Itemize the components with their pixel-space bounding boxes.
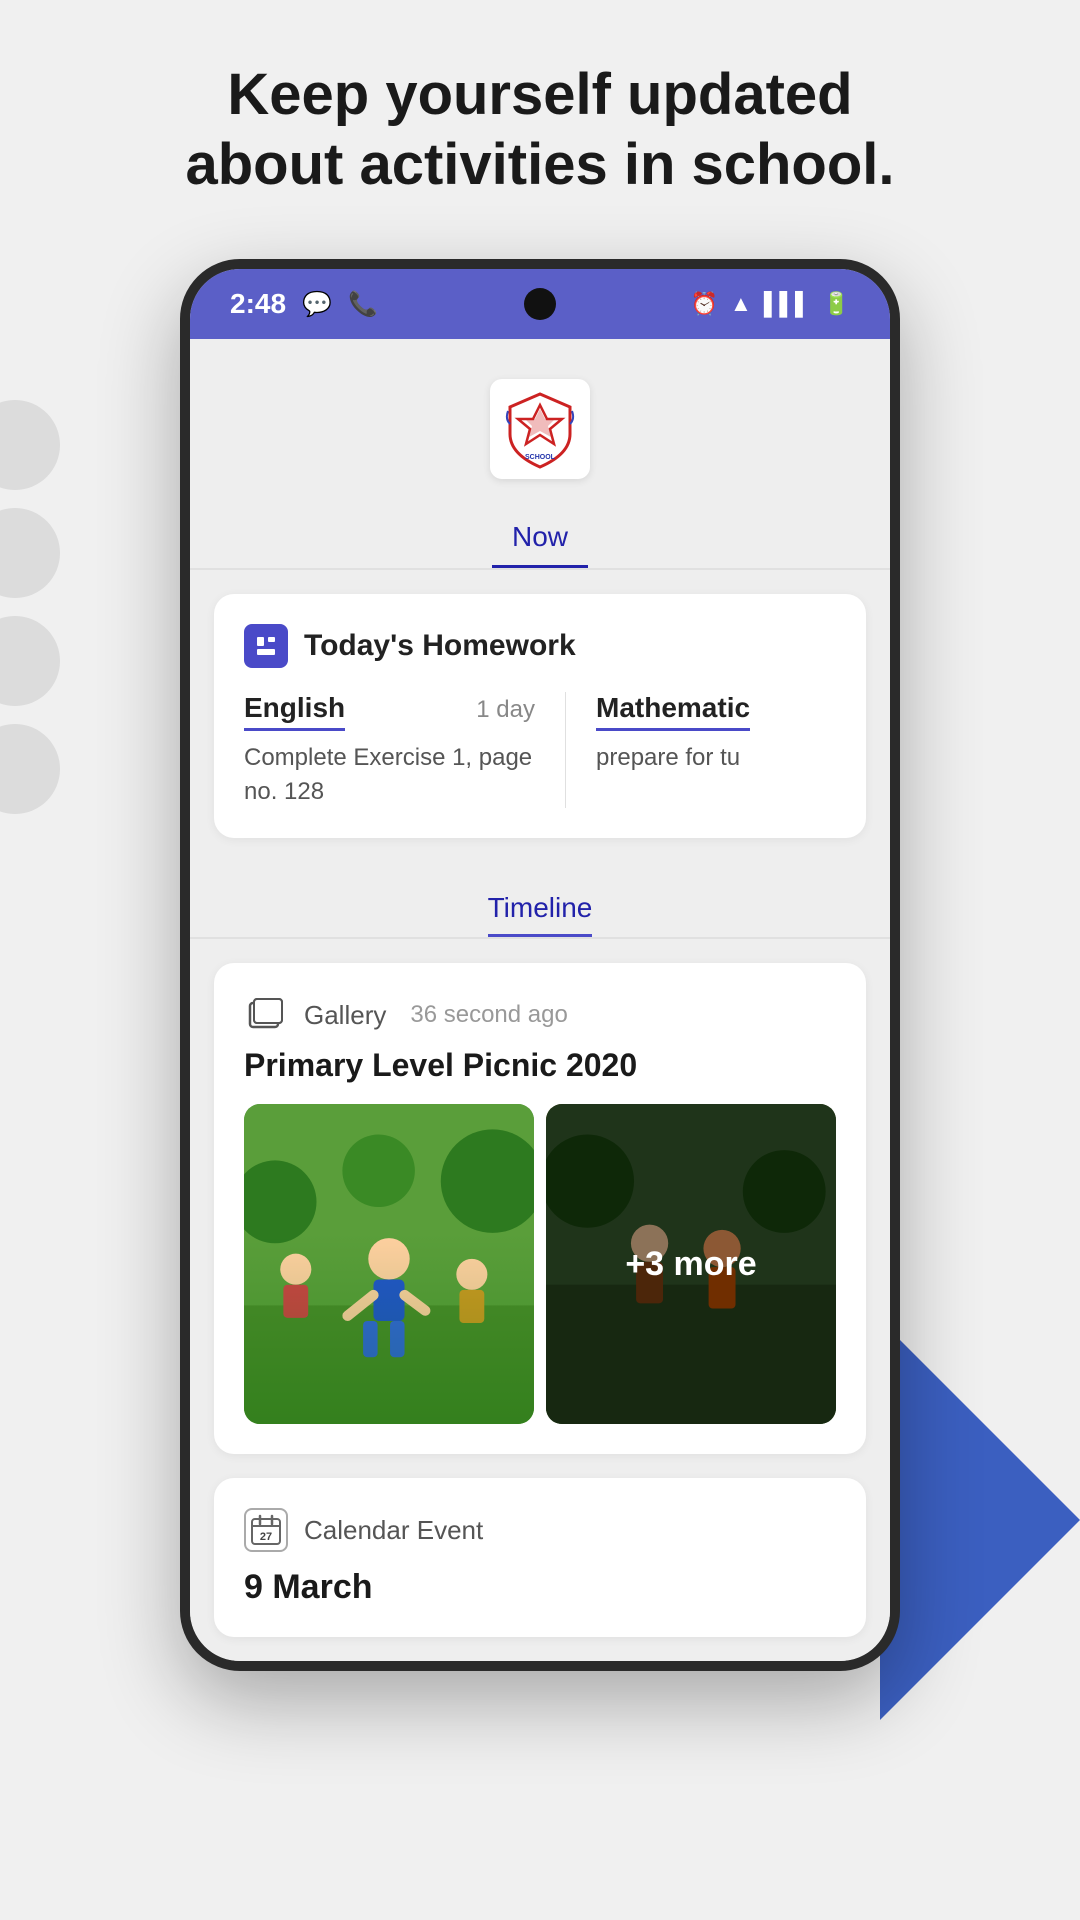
- tab-timeline[interactable]: Timeline: [488, 892, 593, 937]
- image-gallery: +3 more: [244, 1104, 836, 1424]
- tab-now[interactable]: Now: [492, 509, 588, 568]
- logo-svg: SCHOOL: [500, 389, 580, 469]
- homework-row: English 1 day Complete Exercise 1, page …: [244, 692, 836, 808]
- circle-1: [0, 400, 60, 490]
- status-bar: 2:48 💬 📞 ⏰ ▲ ▌▌▌ 🔋: [190, 269, 890, 339]
- timeline-section: Timeline: [190, 862, 890, 937]
- decorative-triangle: [880, 1320, 1080, 1720]
- circle-3: [0, 616, 60, 706]
- svg-text:27: 27: [260, 1531, 272, 1543]
- homework-divider: [565, 692, 566, 808]
- more-count-label: +3 more: [625, 1245, 756, 1284]
- homework-card[interactable]: Today's Homework English 1 day Complete …: [214, 594, 866, 838]
- gallery-event-title: Primary Level Picnic 2020: [244, 1047, 836, 1084]
- homework-item-math: Mathematic prepare for tu: [596, 692, 836, 808]
- homework-item-english: English 1 day Complete Exercise 1, page …: [244, 692, 535, 808]
- battery-icon: 🔋: [823, 291, 850, 317]
- homework-icon: [244, 624, 288, 668]
- app-header: SCHOOL Now: [190, 339, 890, 568]
- signal-icon: ▌▌▌: [764, 291, 811, 317]
- calendar-type-label: Calendar Event: [304, 1515, 483, 1546]
- homework-card-header: Today's Homework: [244, 624, 836, 668]
- gallery-icon: [244, 993, 288, 1037]
- tabs-container: Now: [190, 509, 890, 568]
- circle-2: [0, 508, 60, 598]
- calendar-date: 9 March: [244, 1568, 836, 1607]
- gallery-image-1[interactable]: [244, 1104, 534, 1424]
- page-headline: Keep yourself updated about activities i…: [185, 60, 894, 199]
- gallery-time-ago: 36 second ago: [410, 1001, 567, 1029]
- english-subject: English: [244, 692, 345, 731]
- status-left: 2:48 💬 📞: [230, 288, 378, 320]
- gallery-card-header: Gallery 36 second ago: [244, 993, 836, 1037]
- english-due: 1 day: [476, 696, 535, 724]
- gallery-type-label: Gallery: [304, 1000, 386, 1031]
- decorative-circles: [0, 400, 60, 814]
- calendar-header: 27 Calendar Event: [244, 1508, 836, 1552]
- math-subject: Mathematic: [596, 692, 750, 731]
- phone-content: SCHOOL Now: [190, 339, 890, 1661]
- svg-text:SCHOOL: SCHOOL: [525, 454, 556, 461]
- time-display: 2:48: [230, 288, 286, 320]
- gallery-image-2[interactable]: +3 more: [546, 1104, 836, 1424]
- circle-4: [0, 724, 60, 814]
- homework-card-title: Today's Homework: [304, 629, 576, 663]
- school-logo: SCHOOL: [490, 379, 590, 479]
- calendar-icon: 27: [244, 1508, 288, 1552]
- image-overlay: +3 more: [546, 1104, 836, 1424]
- math-header: Mathematic: [596, 692, 836, 731]
- calendar-card[interactable]: 27 Calendar Event 9 March: [214, 1478, 866, 1637]
- math-description: prepare for tu: [596, 741, 836, 775]
- phone-mockup: 2:48 💬 📞 ⏰ ▲ ▌▌▌ 🔋: [180, 259, 900, 1671]
- english-description: Complete Exercise 1, page no. 128: [244, 741, 535, 808]
- message-icon: 💬: [302, 290, 332, 319]
- wifi-icon: ▲: [730, 291, 752, 317]
- english-header: English 1 day: [244, 692, 535, 731]
- timeline-divider: [190, 937, 890, 939]
- phone-icon: 📞: [348, 290, 378, 319]
- alarm-icon: ⏰: [691, 291, 718, 317]
- gallery-card[interactable]: Gallery 36 second ago Primary Level Picn…: [214, 963, 866, 1454]
- status-right: ⏰ ▲ ▌▌▌ 🔋: [691, 291, 850, 317]
- camera-notch: [524, 288, 556, 320]
- section-divider: [190, 568, 890, 570]
